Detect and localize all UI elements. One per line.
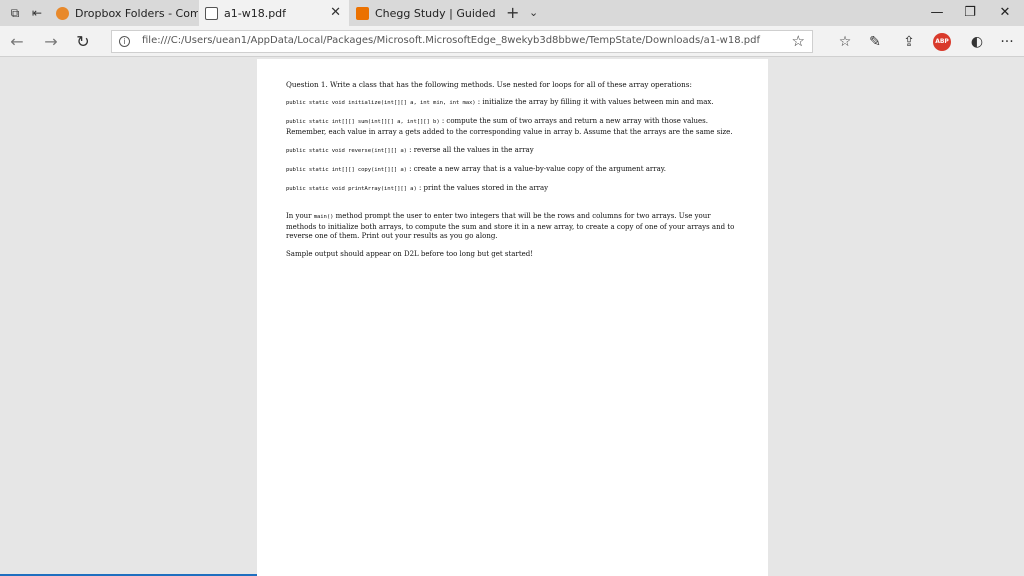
tab-bar: ⧉ ⇤ Dropbox Folders - Compute a1-w18.pdf… bbox=[0, 0, 1024, 26]
pdf-icon bbox=[205, 6, 218, 20]
tab-dropbox[interactable]: Dropbox Folders - Compute bbox=[50, 0, 198, 26]
adblock-plus-icon[interactable]: ABP bbox=[933, 33, 951, 51]
main-paragraph: In your main() method prompt the user to… bbox=[286, 212, 740, 241]
set-tabs-aside-icon[interactable]: ⇤ bbox=[28, 4, 46, 22]
pdf-page: Question 1. Write a class that has the f… bbox=[257, 59, 768, 576]
method-description: : reverse all the values in the array bbox=[406, 145, 534, 154]
main-pre-text: In your bbox=[286, 212, 314, 221]
tab-title: Dropbox Folders - Compute bbox=[75, 6, 198, 20]
favorites-icon[interactable]: ☆ bbox=[834, 31, 856, 53]
tab-title: Chegg Study | Guided Solut bbox=[375, 6, 498, 20]
tab-chegg[interactable]: Chegg Study | Guided Solut bbox=[352, 0, 498, 26]
method-signature: public static void initialize(int[][] a,… bbox=[286, 100, 476, 107]
forward-icon[interactable]: → bbox=[40, 31, 62, 53]
pdf-viewer: Question 1. Write a class that has the f… bbox=[0, 57, 1024, 576]
method-item: public static void reverse(int[][] a) : … bbox=[286, 146, 740, 156]
close-window-icon[interactable]: ✕ bbox=[986, 0, 1024, 26]
method-description: : initialize the array by filling it wit… bbox=[475, 98, 714, 107]
method-item: public static int[][] copy(int[][] a) : … bbox=[286, 165, 740, 175]
more-icon[interactable]: ··· bbox=[996, 31, 1018, 53]
main-code: main() bbox=[313, 214, 334, 221]
method-signature: public static void reverse(int[][] a) bbox=[286, 147, 407, 154]
method-item: public static int[][] sum(int[][] a, int… bbox=[286, 117, 740, 136]
address-bar[interactable]: i file:///C:/Users/uean1/AppData/Local/P… bbox=[111, 30, 813, 53]
extension-icon[interactable]: ◐ bbox=[966, 31, 988, 53]
document-content: Question 1. Write a class that has the f… bbox=[286, 80, 740, 268]
method-item: public static void printArray(int[][] a)… bbox=[286, 184, 740, 194]
back-icon[interactable]: ← bbox=[6, 31, 28, 53]
new-tab-icon[interactable]: + bbox=[506, 3, 519, 22]
method-description: : print the values stored in the array bbox=[416, 184, 549, 193]
info-icon[interactable]: i bbox=[119, 36, 130, 47]
method-description: : create a new array that is a value-by-… bbox=[406, 165, 667, 174]
url-text[interactable]: file:///C:/Users/uean1/AppData/Local/Pac… bbox=[142, 35, 760, 46]
closing-text: Sample output should appear on D2L befor… bbox=[286, 250, 534, 259]
question-title: Question 1. Write a class that has the f… bbox=[286, 80, 692, 89]
restore-icon[interactable]: ❐ bbox=[951, 0, 989, 26]
refresh-icon[interactable]: ↻ bbox=[72, 31, 94, 53]
method-signature: public static int[][] copy(int[][] a) bbox=[286, 167, 407, 174]
tab-title: a1-w18.pdf bbox=[224, 6, 287, 20]
main-post-text: method prompt the user to enter two inte… bbox=[286, 212, 735, 240]
web-note-icon[interactable]: ✎ bbox=[864, 31, 886, 53]
method-item: public static void initialize(int[][] a,… bbox=[286, 98, 740, 108]
method-signature: public static int[][] sum(int[][] a, int… bbox=[286, 119, 440, 126]
close-tab-icon[interactable]: ✕ bbox=[330, 5, 341, 20]
favorite-star-icon[interactable]: ☆ bbox=[792, 32, 805, 50]
chegg-icon bbox=[356, 6, 369, 20]
share-icon[interactable]: ⇪ bbox=[898, 31, 920, 53]
dropbox-icon bbox=[56, 6, 69, 20]
chevron-down-icon[interactable]: ⌄ bbox=[529, 6, 538, 19]
method-signature: public static void printArray(int[][] a) bbox=[286, 186, 417, 193]
address-toolbar: ← → ↻ i file:///C:/Users/uean1/AppData/L… bbox=[0, 26, 1024, 57]
tab-preview-icon[interactable]: ⧉ bbox=[6, 4, 24, 22]
tab-pdf[interactable]: a1-w18.pdf ✕ bbox=[199, 0, 349, 26]
